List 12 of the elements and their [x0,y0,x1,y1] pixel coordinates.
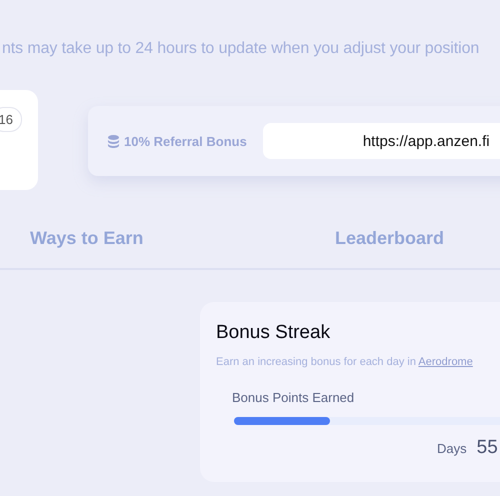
card-title: Bonus Streak [216,322,332,344]
notice-text: nts may take up to 24 hours to update when you adjust your position [2,40,480,58]
days-label: Days [437,441,467,456]
tab[interactable]: Ways to Earn [30,228,144,249]
card-description: Earn an increasing bonus for each day in Aerodrome [216,356,474,368]
referral-label: 10% Referral Bonus [124,134,247,148]
days-value: 55 [476,437,498,459]
tab[interactable]: Leaderboard [335,228,444,249]
referral-link-field[interactable]: https://app.anzen.fi [262,123,500,159]
aerodrome-link[interactable]: Aerodrome [418,356,473,368]
coins-icon [108,134,119,148]
progress-label: Bonus Points Earned [232,390,356,405]
